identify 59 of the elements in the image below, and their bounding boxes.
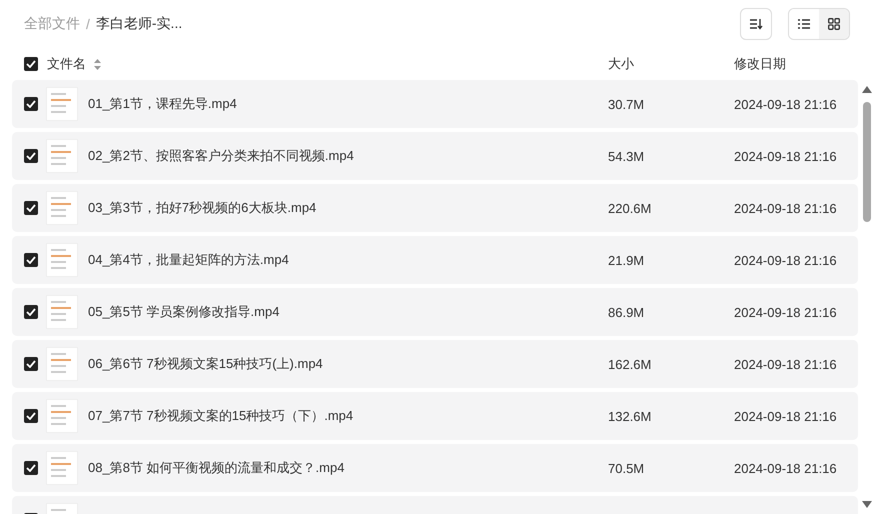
breadcrumb-separator: /: [86, 16, 90, 32]
modified-date: 2024-09-18 21:16: [734, 148, 837, 164]
modified-date: 2024-09-18 21:16: [734, 408, 837, 424]
thumbnail-placeholder: [46, 139, 78, 173]
file-size: 220.6M: [608, 200, 652, 216]
checkbox[interactable]: [24, 97, 38, 111]
file-row[interactable]: 05_第5节 学员案例修改指导.mp4 86.9M 2024-09-18 21:16: [12, 288, 858, 336]
file-name: 06_第6节 7秒视频文案15种技巧(上).mp4: [88, 355, 323, 373]
file-name: 05_第5节 学员案例修改指导.mp4: [88, 303, 280, 321]
thumbnail-placeholder: [46, 347, 78, 381]
file-name: 03_第3节，拍好7秒视频的6大板块.mp4: [88, 199, 316, 217]
file-name: 04_第4节，批量起矩阵的方法.mp4: [88, 251, 289, 269]
column-header[interactable]: 修改日期: [734, 55, 786, 73]
file-row[interactable]: 02_第2节、按照客客户分类来拍不同视频.mp4 54.3M 2024-09-18 21:16: [12, 132, 858, 180]
file-size: 30.7M: [608, 96, 644, 112]
checkbox[interactable]: [24, 461, 38, 475]
modified-date: 2024-09-18 21:16: [734, 460, 837, 476]
column-header[interactable]: 文件名: [47, 55, 86, 73]
checkbox[interactable]: [24, 57, 38, 71]
checkbox[interactable]: [24, 149, 38, 163]
modified-date: 2024-09-18 21:16: [734, 304, 837, 320]
file-row[interactable]: 07_第7节 7秒视频文案的15种技巧（下）.mp4 132.6M 2024-09-18 21:16: [12, 392, 858, 440]
file-size: 70.5M: [608, 460, 644, 476]
thumbnail-placeholder: [46, 451, 78, 485]
file-row[interactable]: 03_第3节，拍好7秒视频的6大板块.mp4 220.6M 2024-09-18 21:16: [12, 184, 858, 232]
sort-icon: [749, 18, 763, 30]
file-size: 86.9M: [608, 304, 644, 320]
thumbnail-placeholder: [46, 295, 78, 329]
modified-date: 2024-09-18 21:16: [734, 356, 837, 372]
file-name: 01_第1节，课程先导.mp4: [88, 95, 237, 113]
sort-arrows-icon[interactable]: [94, 58, 101, 70]
thumbnail-placeholder: [46, 243, 78, 277]
file-size: 54.3M: [608, 148, 644, 164]
grid-icon: [828, 18, 840, 30]
checkbox[interactable]: [24, 201, 38, 215]
file-name: 02_第2节、按照客客户分类来拍不同视频.mp4: [88, 147, 354, 165]
modified-date: 2024-09-18 21:16: [734, 252, 837, 268]
checkbox[interactable]: [24, 357, 38, 371]
view-button[interactable]: [819, 9, 849, 39]
modified-date: 2024-09-18 21:16: [734, 200, 837, 216]
checkbox[interactable]: [24, 253, 38, 267]
thumbnail-placeholder: [46, 399, 78, 433]
checkbox[interactable]: [24, 409, 38, 423]
sort-button[interactable]: [740, 8, 772, 40]
file-name: 07_第7节 7秒视频文案的15种技巧（下）.mp4: [88, 407, 354, 425]
modified-date: 2024-09-18 21:16: [734, 96, 837, 112]
list-icon: [798, 19, 810, 29]
checkbox[interactable]: [24, 305, 38, 319]
file-row[interactable]: 08_第8节 如何平衡视频的流量和成交？.mp4 70.5M 2024-09-18 21:16: [12, 444, 858, 492]
file-row[interactable]: 04_第4节，批量起矩阵的方法.mp4 21.9M 2024-09-18 21:16: [12, 236, 858, 284]
file-name: 08_第8节 如何平衡视频的流量和成交？.mp4: [88, 459, 344, 477]
file-row[interactable]: 06_第6节 7秒视频文案15种技巧(上).mp4 162.6M 2024-09-18 21:16: [12, 340, 858, 388]
file-size: 21.9M: [608, 252, 644, 268]
file-size: 162.6M: [608, 356, 652, 372]
file-row[interactable]: 01_第1节，课程先导.mp4 30.7M 2024-09-18 21:16: [12, 80, 858, 128]
file-size: 132.6M: [608, 408, 652, 424]
thumbnail-placeholder: [46, 191, 78, 225]
column-header[interactable]: 大小: [608, 55, 634, 73]
thumbnail-placeholder: [46, 87, 78, 121]
